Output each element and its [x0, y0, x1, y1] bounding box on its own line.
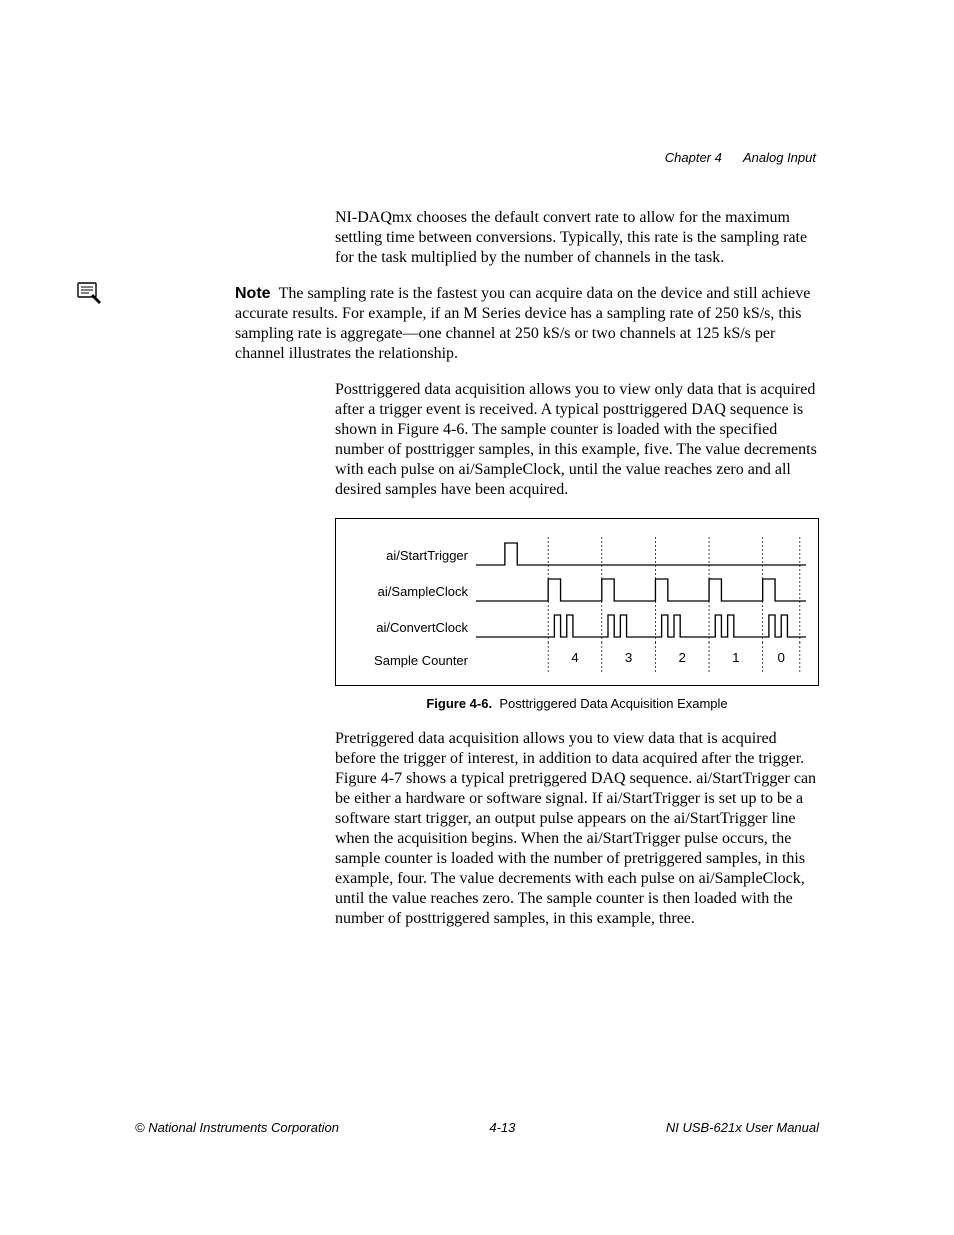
note-label: Note: [235, 285, 271, 302]
counter-val-4: 0: [778, 650, 785, 665]
signal-row-sample-clock: ai/SampleClock: [348, 573, 806, 609]
page: Chapter 4 Analog Input NI-DAQmx chooses …: [0, 0, 954, 1235]
counter-val-0: 4: [571, 650, 578, 665]
signal-label-sample-clock: ai/SampleClock: [348, 584, 476, 599]
note-icon: [75, 280, 103, 304]
counter-val-2: 2: [679, 650, 686, 665]
signal-label-convert-clock: ai/ConvertClock: [348, 620, 476, 635]
signal-wave-convert-clock: [476, 609, 806, 645]
sample-counter-values: 4 3 2 1 0: [476, 642, 806, 678]
signal-row-start-trigger: ai/StartTrigger: [348, 537, 806, 573]
note-text: Note The sampling rate is the fastest yo…: [235, 284, 819, 364]
signal-row-sample-counter: Sample Counter 4 3: [348, 645, 806, 675]
note-block: Note The sampling rate is the fastest yo…: [135, 284, 819, 364]
footer-center: 4-13: [489, 1120, 515, 1135]
figure-caption-text: Posttriggered Data Acquisition Example: [499, 696, 727, 711]
figure-4-6: ai/StartTrigger: [335, 518, 819, 686]
paragraph-2: Posttriggered data acquisition allows yo…: [335, 380, 819, 500]
signal-wave-start-trigger: [476, 537, 806, 573]
footer-left: © National Instruments Corporation: [135, 1120, 339, 1135]
paragraph-3: Pretriggered data acquisition allows you…: [335, 729, 819, 929]
figure-number: Figure 4-6.: [426, 696, 492, 711]
signal-label-sample-counter: Sample Counter: [348, 653, 476, 668]
counter-val-3: 1: [732, 650, 739, 665]
figure-caption: Figure 4-6. Posttriggered Data Acquisiti…: [335, 696, 819, 711]
header-title: Analog Input: [743, 150, 816, 165]
header-chapter: Chapter 4: [665, 150, 722, 165]
footer-right: NI USB-621x User Manual: [666, 1120, 819, 1135]
signal-label-start-trigger: ai/StartTrigger: [348, 548, 476, 563]
signal-row-convert-clock: ai/ConvertClock: [348, 609, 806, 645]
note-body: The sampling rate is the fastest you can…: [235, 285, 810, 362]
page-footer: © National Instruments Corporation 4-13 …: [135, 1120, 819, 1135]
counter-val-1: 3: [625, 650, 632, 665]
signal-wave-sample-clock: [476, 573, 806, 609]
running-header: Chapter 4 Analog Input: [665, 150, 816, 165]
paragraph-1: NI-DAQmx chooses the default convert rat…: [335, 208, 819, 268]
